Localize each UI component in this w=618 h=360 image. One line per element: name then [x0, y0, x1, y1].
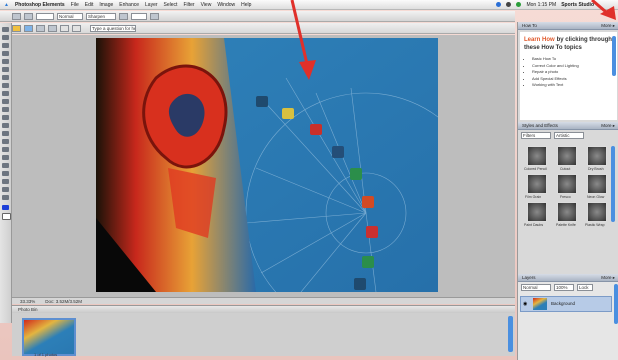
- annotation-arrows: [290, 0, 616, 80]
- arrow-head-icon: [299, 60, 316, 80]
- annotation-arrow: [591, 0, 607, 14]
- annotation-arrow: [290, 0, 309, 65]
